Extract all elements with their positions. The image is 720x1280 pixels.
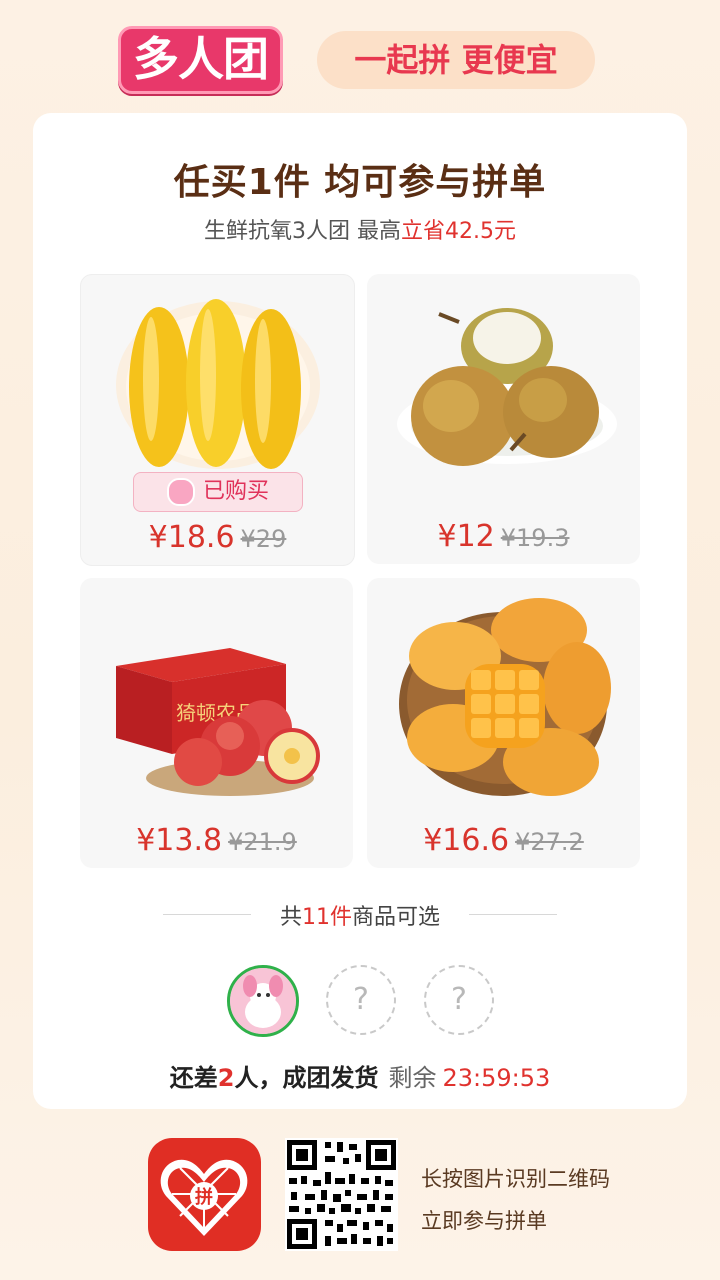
current-price: ¥18.6	[148, 520, 235, 555]
qr-code-image	[285, 1138, 398, 1251]
purchased-label: 已购买	[202, 479, 269, 504]
original-price: ¥21.9	[228, 828, 297, 856]
original-price: ¥19.3	[500, 524, 570, 552]
member-avatar-icon	[230, 968, 296, 1034]
purchased-badge: 已购买	[133, 472, 303, 512]
original-price: ¥29	[240, 525, 287, 553]
slogan-badge: 一起拼 更便宜	[317, 31, 595, 89]
current-price: ¥12	[437, 519, 495, 554]
current-price: ¥16.6	[423, 823, 510, 858]
original-price: ¥27.2	[515, 828, 584, 856]
group-buy-card: 任买1件 均可参与拼单 生鲜抗氧3人团 最高立省42.5元 已购买 ¥18.6 ¥…	[33, 113, 687, 1109]
price-row: ¥13.8 ¥21.9	[80, 823, 353, 858]
pinduoduo-app-icon: 拼	[148, 1138, 261, 1251]
group-status: 还差2人，成团发货 剩余 23:59:53	[33, 1058, 687, 1093]
pinduoduo-logo-icon: 拼	[160, 1159, 248, 1236]
headline: 任买1件 均可参与拼单	[173, 162, 547, 203]
status-number: 2	[217, 1064, 235, 1092]
price-row: ¥16.6 ¥27.2	[367, 823, 640, 858]
remaining-label: 剩余	[388, 1064, 437, 1092]
product-card-corn[interactable]: 已购买 ¥18.6 ¥29	[80, 274, 355, 566]
qr-hint-line1: 长按图片识别二维码	[421, 1167, 610, 1191]
member-avatar	[227, 965, 299, 1037]
subline-prefix: 生鲜抗氧3人团 最高	[204, 219, 401, 244]
app-icon-text: 拼	[195, 1186, 213, 1208]
qr-hint: 长按图片识别二维码 立即参与拼单	[421, 1158, 610, 1242]
price-row: ¥18.6 ¥29	[81, 520, 354, 555]
countdown-timer: 23:59:53	[442, 1064, 551, 1092]
product-card-apple-box[interactable]: 猗顿农品 ¥13.8 ¥21.9	[80, 578, 353, 868]
status-suffix: 人，成团发货	[234, 1064, 379, 1092]
count-suffix: 商品可选	[352, 905, 441, 930]
product-card-mango[interactable]: ¥16.6 ¥27.2	[367, 578, 640, 868]
status-prefix: 还差	[169, 1064, 218, 1092]
price-row: ¥12 ¥19.3	[367, 519, 640, 554]
qr-code[interactable]	[285, 1138, 398, 1251]
product-count: 共11件商品可选	[33, 899, 687, 931]
empty-slot-avatar: ?	[424, 965, 494, 1035]
qr-hint-line2: 立即参与拼单	[421, 1209, 547, 1233]
buyer-avatar	[166, 478, 195, 506]
product-card-pear[interactable]: ¥12 ¥19.3	[367, 274, 640, 564]
count-number: 11件	[302, 905, 352, 930]
empty-slot-avatar: ?	[326, 965, 396, 1035]
current-price: ¥13.8	[136, 823, 223, 858]
subline: 生鲜抗氧3人团 最高立省42.5元	[33, 213, 687, 245]
count-prefix: 共	[279, 905, 302, 930]
duorentuan-logo: 多人团	[118, 26, 283, 94]
logo-text: 多人团	[118, 26, 283, 94]
savings-highlight: 立省42.5元	[401, 219, 516, 244]
